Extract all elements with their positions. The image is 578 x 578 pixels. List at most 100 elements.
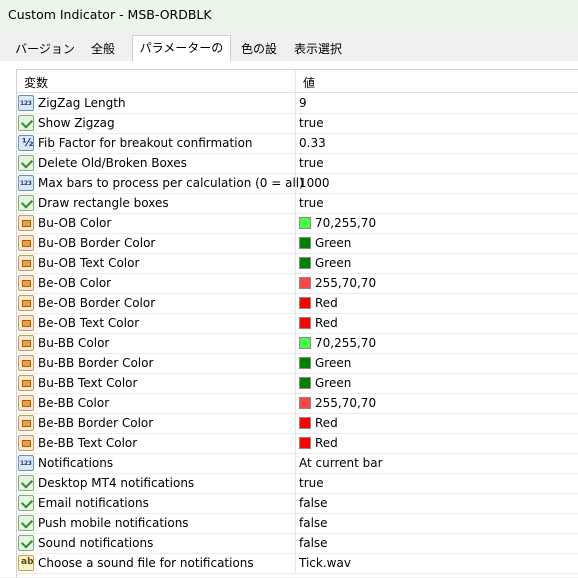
parameter-value-cell[interactable]: false [296, 533, 578, 553]
table-row[interactable]: Notifications At current bar [17, 453, 578, 474]
table-row[interactable]: Email notifications false [17, 493, 578, 514]
table-row[interactable]: Bu-OB Text Color Green [17, 253, 578, 274]
parameter-name-cell[interactable]: Desktop MT4 notifications [17, 473, 296, 493]
color-swatch[interactable] [299, 237, 311, 249]
color-swatch[interactable] [299, 277, 311, 289]
parameter-name-cell[interactable]: Push mobile notifications [17, 513, 296, 533]
parameters-panel: 変数 値 ZigZag Length 9 Show Zigzag true Fib Fa… [0, 61, 578, 578]
parameter-name-cell[interactable]: Fib Factor for breakout confirmation [17, 133, 296, 153]
parameter-value-cell[interactable]: Red [296, 293, 578, 313]
table-row[interactable]: Fib Factor for breakout confirmation 0.33 [17, 133, 578, 154]
parameter-value-cell[interactable]: true [296, 473, 578, 493]
color-swatch[interactable] [299, 357, 311, 369]
parameter-name-cell[interactable]: Draw rectangle boxes [17, 193, 296, 213]
table-row[interactable]: Delete Old/Broken Boxes true [17, 153, 578, 174]
parameter-value-cell[interactable]: Red [296, 433, 578, 453]
parameter-value-cell[interactable]: 255,70,70 [296, 273, 578, 293]
parameter-value-cell[interactable]: Red [296, 313, 578, 333]
parameter-value-cell[interactable]: Green [296, 373, 578, 393]
color-swatch[interactable] [299, 217, 311, 229]
parameter-name-cell[interactable]: ZigZag Length [17, 93, 296, 113]
table-row[interactable]: Max bars to process per calculation (0 =… [17, 173, 578, 194]
parameter-name-cell[interactable]: Bu-BB Border Color [17, 353, 296, 373]
color-swatch[interactable] [299, 397, 311, 409]
table-row[interactable]: Bu-BB Text Color Green [17, 373, 578, 394]
column-header-variable[interactable]: 変数 [17, 70, 296, 92]
table-row[interactable]: Be-BB Text Color Red [17, 433, 578, 454]
table-row[interactable]: Push mobile notifications false [17, 513, 578, 534]
parameter-name: Fib Factor for breakout confirmation [38, 136, 253, 150]
parameter-name-cell[interactable]: Be-OB Border Color [17, 293, 296, 313]
parameter-value-cell[interactable]: 70,255,70 [296, 333, 578, 353]
table-row[interactable]: Show Zigzag true [17, 113, 578, 134]
color-icon [18, 315, 34, 331]
parameter-name: Be-OB Border Color [38, 296, 156, 310]
table-row[interactable]: Be-OB Border Color Red [17, 293, 578, 314]
parameter-name: Bu-OB Text Color [38, 256, 140, 270]
table-row[interactable]: Draw rectangle boxes true [17, 193, 578, 214]
tab-color-settings[interactable]: 色の設定 [232, 38, 286, 78]
column-header-value[interactable]: 値 [296, 70, 578, 92]
table-row[interactable]: Be-BB Border Color Red [17, 413, 578, 434]
table-row[interactable]: Sound notifications false [17, 533, 578, 554]
parameter-name-cell[interactable]: Be-BB Border Color [17, 413, 296, 433]
parameter-name-cell[interactable]: Delete Old/Broken Boxes [17, 153, 296, 173]
parameter-name: Be-OB Text Color [38, 316, 140, 330]
table-row[interactable]: Bu-BB Color 70,255,70 [17, 333, 578, 354]
parameter-name-cell[interactable]: Email notifications [17, 493, 296, 513]
parameter-value-cell[interactable]: Green [296, 233, 578, 253]
table-row[interactable]: Be-OB Color 255,70,70 [17, 273, 578, 294]
tab-general[interactable]: 全般 [86, 38, 120, 60]
parameter-value-cell[interactable]: true [296, 193, 578, 213]
parameter-name-cell[interactable]: Max bars to process per calculation (0 =… [17, 173, 304, 193]
parameter-name-cell[interactable]: Bu-OB Border Color [17, 233, 296, 253]
color-swatch[interactable] [299, 337, 311, 349]
color-swatch[interactable] [299, 297, 311, 309]
parameter-name-cell[interactable]: Be-OB Text Color [17, 313, 296, 333]
parameter-name-cell[interactable]: Bu-OB Color [17, 213, 296, 233]
parameter-value-cell[interactable]: At current bar [296, 453, 578, 473]
parameter-name-cell[interactable]: Be-OB Color [17, 273, 296, 293]
table-row[interactable]: Be-OB Text Color Red [17, 313, 578, 334]
parameter-name-cell[interactable]: Be-BB Color [17, 393, 296, 413]
parameter-value-cell[interactable]: true [296, 113, 578, 133]
parameter-name-cell[interactable]: Bu-BB Color [17, 333, 296, 353]
color-swatch[interactable] [299, 377, 311, 389]
parameter-value: 255,70,70 [315, 396, 377, 410]
table-row[interactable]: Choose a sound file for notifications Tic… [17, 553, 578, 574]
parameter-value-cell[interactable]: 9 [296, 93, 578, 113]
table-row[interactable]: ZigZag Length 9 [17, 93, 578, 114]
parameter-value-cell[interactable]: Tick.wav [296, 553, 578, 573]
color-swatch[interactable] [299, 257, 311, 269]
parameter-name-cell[interactable]: Bu-OB Text Color [17, 253, 296, 273]
parameter-value-cell[interactable]: false [296, 513, 578, 533]
parameter-name-cell[interactable]: Notifications [17, 453, 296, 473]
parameter-name-cell[interactable]: Choose a sound file for notifications [17, 553, 296, 573]
parameter-name-cell[interactable]: Show Zigzag [17, 113, 296, 133]
parameter-name-cell[interactable]: Bu-BB Text Color [17, 373, 296, 393]
color-icon [18, 275, 34, 291]
parameter-value-cell[interactable]: 70,255,70 [296, 213, 578, 233]
parameter-value-cell[interactable]: Green [296, 253, 578, 273]
color-swatch[interactable] [299, 437, 311, 449]
table-row[interactable]: Bu-BB Border Color Green [17, 353, 578, 374]
color-swatch[interactable] [299, 317, 311, 329]
tab-input-parameters[interactable]: パラメーターの入力 [132, 35, 231, 79]
color-swatch[interactable] [299, 417, 311, 429]
table-row[interactable]: Bu-OB Color 70,255,70 [17, 213, 578, 234]
parameter-name: Show Zigzag [38, 116, 115, 130]
parameter-value-cell[interactable]: Red [296, 413, 578, 433]
table-row[interactable]: Desktop MT4 notifications true [17, 473, 578, 494]
table-row[interactable]: Be-BB Color 255,70,70 [17, 393, 578, 414]
parameter-value-cell[interactable]: 0.33 [296, 133, 578, 153]
parameter-name-cell[interactable]: Be-BB Text Color [17, 433, 296, 453]
table-row[interactable]: Bu-OB Border Color Green [17, 233, 578, 254]
tab-visualization[interactable]: 表示選択 [288, 38, 348, 60]
tab-version-info[interactable]: バージョン情報 [6, 38, 84, 78]
parameter-name-cell[interactable]: Sound notifications [17, 533, 296, 553]
parameter-value-cell[interactable]: Green [296, 353, 578, 373]
parameter-value-cell[interactable]: false [296, 493, 578, 513]
parameter-value-cell[interactable]: 255,70,70 [296, 393, 578, 413]
parameter-value-cell[interactable]: 1000 [296, 173, 578, 193]
parameter-value-cell[interactable]: true [296, 153, 578, 173]
